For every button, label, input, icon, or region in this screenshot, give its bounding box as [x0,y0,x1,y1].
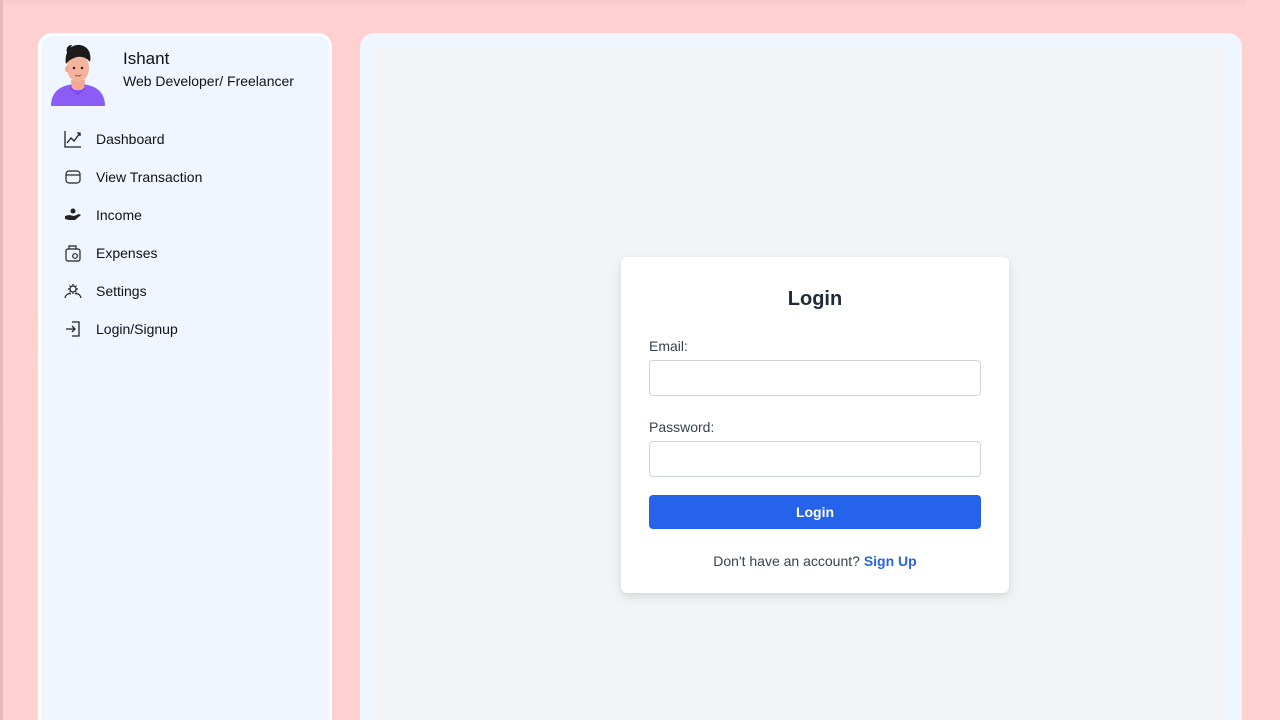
signup-prompt: Don't have an account? [713,553,860,569]
profile-role: Web Developer/ Freelancer [123,73,294,89]
sidebar-item-expenses[interactable]: Expenses [63,234,202,272]
sidebar-item-view-transaction[interactable]: View Transaction [63,158,202,196]
login-title: Login [787,288,843,310]
sidebar-item-label: Settings [96,283,147,299]
sidebar-menu: Dashboard View Transaction Income Expens… [63,120,202,348]
profile-name: Ishant [123,49,170,68]
signup-link[interactable]: Sign Up [864,553,917,569]
sidebar-item-label: Login/Signup [96,321,178,337]
window-edge [0,0,3,720]
email-label: Email: [649,338,688,354]
gear-group-icon [63,281,83,301]
password-label: Password: [649,419,715,435]
sidebar-item-settings[interactable]: Settings [63,272,202,310]
sidebar-item-label: Income [96,207,142,223]
sidebar: Ishant Web Developer/ Freelancer Dashboa… [38,33,332,720]
sidebar-item-income[interactable]: Income [63,196,202,234]
sidebar-item-dashboard[interactable]: Dashboard [63,120,202,158]
person-avatar-icon [51,44,105,106]
window-edge-right [1246,0,1280,720]
login-button[interactable]: Login [649,495,981,529]
email-field[interactable] [649,360,981,396]
hand-money-icon [63,205,83,225]
password-field[interactable] [649,441,981,477]
chart-line-icon [63,129,83,149]
main-panel: Login Email: Password: Login Don't have … [360,33,1242,720]
sidebar-item-label: Expenses [96,245,158,261]
login-icon [63,319,83,339]
sidebar-item-label: Dashboard [96,131,165,147]
profile-header: Ishant Web Developer/ Freelancer [49,42,294,106]
content-area: Login Email: Password: Login Don't have … [374,47,1228,720]
sidebar-item-label: View Transaction [96,169,203,185]
card-icon [63,167,83,187]
avatar [49,42,107,106]
signup-prompt-row: Don't have an account? Sign Up [649,553,981,569]
login-card: Login Email: Password: Login Don't have … [621,257,1009,593]
sidebar-item-login-signup[interactable]: Login/Signup [63,310,202,348]
wallet-icon [63,243,83,263]
